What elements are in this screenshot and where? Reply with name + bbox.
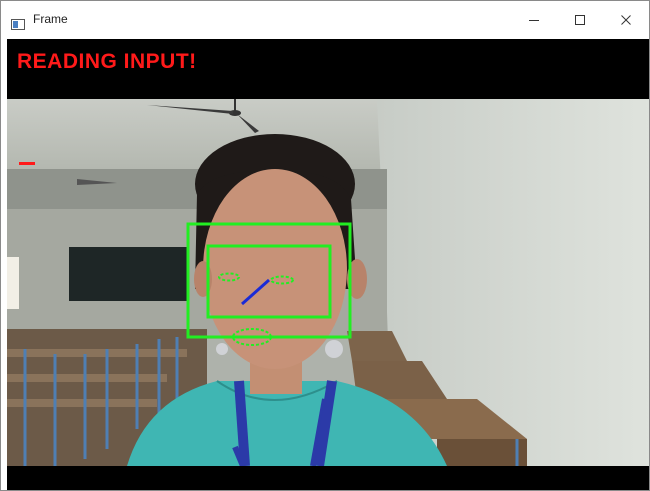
status-marker bbox=[19, 162, 35, 165]
window-app-icon bbox=[11, 15, 25, 30]
status-banner: READING INPUT! bbox=[7, 39, 649, 99]
minimize-icon bbox=[529, 20, 539, 21]
bottom-bar bbox=[7, 466, 649, 490]
window-light bbox=[7, 257, 19, 309]
blackboard bbox=[69, 247, 189, 301]
video-frame: READING INPUT! bbox=[7, 39, 649, 490]
maximize-icon bbox=[575, 15, 585, 25]
status-text: READING INPUT! bbox=[17, 50, 197, 73]
app-window: Frame READING INPUT! bbox=[0, 0, 650, 491]
maximize-button[interactable] bbox=[557, 1, 603, 39]
title-bar[interactable]: Frame bbox=[1, 1, 649, 39]
camera-feed bbox=[7, 99, 649, 466]
close-icon bbox=[621, 15, 631, 25]
window-title: Frame bbox=[33, 12, 68, 26]
close-button[interactable] bbox=[603, 1, 649, 39]
minimize-button[interactable] bbox=[511, 1, 557, 39]
